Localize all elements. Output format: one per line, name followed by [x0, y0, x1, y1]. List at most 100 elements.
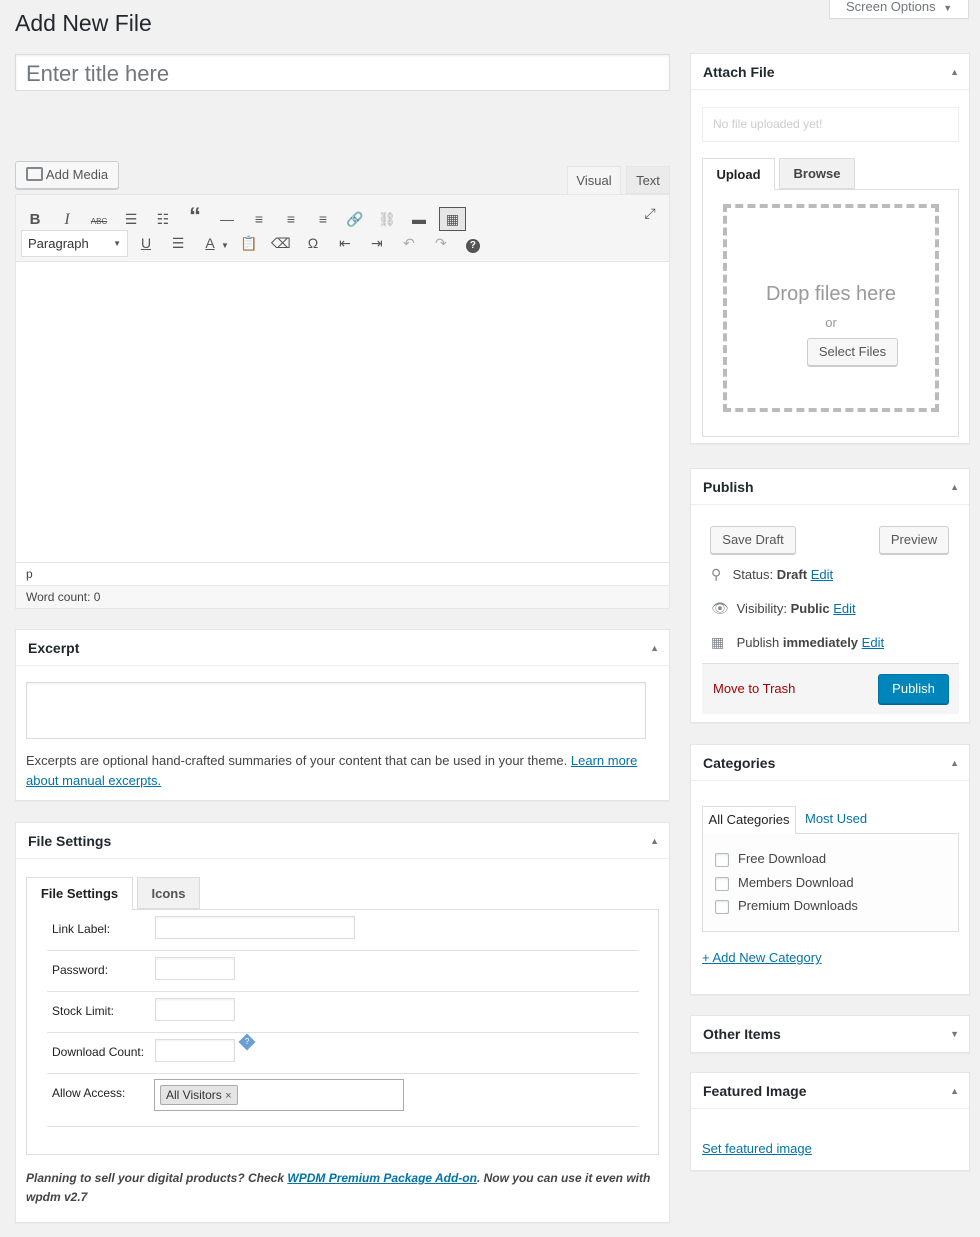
pin-icon: ⚲ [711, 566, 722, 582]
editor-container: B I ABC ☰ ☷ “ — ≡ ≡ ≡ 🔗 ⛓ ▬ ▦ ⤢ Paragraph ▼ U ☰ A ▼ 📋 ⌫ Ω ⇤ ⇥… [15, 194, 670, 609]
category-label: Free Download [738, 851, 827, 866]
undo-icon[interactable]: ↶ [399, 233, 419, 253]
align-center-icon[interactable]: ≡ [281, 209, 301, 229]
stock-limit-label: Stock Limit: [52, 1004, 115, 1018]
tab-browse[interactable]: Browse [779, 158, 855, 189]
premium-note-link[interactable]: WPDM Premium Package Add-on [287, 1171, 477, 1185]
redo-icon[interactable]: ↷ [431, 233, 451, 253]
collapse-arrow-icon[interactable]: ▲ [950, 469, 959, 505]
checkbox[interactable] [715, 899, 729, 914]
title-input[interactable]: Enter title here [15, 54, 670, 91]
caret-down-icon[interactable]: ▼ [221, 241, 229, 250]
collapse-arrow-icon[interactable]: ▲ [950, 1073, 959, 1109]
publish-box: Publish ▲ Save Draft Preview ⚲ Status: Dr… [690, 468, 970, 723]
download-count-row: Download Count: ? [47, 1033, 639, 1074]
expand-arrow-icon[interactable]: ▼ [950, 1016, 959, 1052]
excerpt-title: Excerpt [28, 640, 80, 656]
stock-limit-input[interactable] [155, 998, 235, 1021]
schedule-row: ▦ Publish immediately Edit [711, 634, 884, 651]
preview-button[interactable]: Preview [879, 526, 949, 554]
schedule-label: Publish [736, 635, 780, 650]
format-select[interactable]: Paragraph ▼ [21, 230, 128, 257]
category-item[interactable]: Free Download [715, 851, 826, 867]
schedule-value: immediately [782, 635, 859, 650]
tab-file-settings-label: File Settings [40, 886, 119, 901]
collapse-arrow-icon[interactable]: ▲ [650, 630, 659, 666]
download-count-input[interactable] [155, 1039, 235, 1062]
status-edit-link[interactable]: Edit [811, 567, 833, 582]
category-item[interactable]: Members Download [715, 875, 854, 891]
collapse-arrow-icon[interactable]: ▲ [950, 54, 959, 90]
link-icon[interactable]: 🔗 [345, 209, 365, 229]
paste-text-icon[interactable]: 📋 [239, 233, 259, 253]
fullscreen-icon[interactable]: ⤢ [640, 203, 660, 223]
set-featured-image-link[interactable]: Set featured image [702, 1141, 812, 1156]
file-settings-header[interactable]: File Settings ▲ [16, 823, 669, 859]
access-tag[interactable]: All Visitors × [160, 1085, 238, 1105]
indent-icon[interactable]: ⇥ [367, 233, 387, 253]
save-draft-button[interactable]: Save Draft [710, 526, 796, 554]
remove-icon[interactable]: × [225, 1090, 231, 1102]
blockquote-icon[interactable]: “ [185, 203, 205, 230]
align-right-icon[interactable]: ≡ [313, 209, 333, 229]
other-items-header[interactable]: Other Items ▼ [691, 1016, 969, 1052]
unlink-icon[interactable]: ⛓ [377, 209, 397, 229]
read-more-icon[interactable]: ▬ [409, 209, 429, 229]
tab-upload[interactable]: Upload [702, 158, 775, 190]
schedule-edit-link[interactable]: Edit [862, 635, 884, 650]
text-color-icon[interactable]: A [200, 233, 220, 253]
categories-header[interactable]: Categories ▲ [691, 745, 969, 781]
allow-access-row: Allow Access: All Visitors × [47, 1074, 639, 1127]
special-character-icon[interactable]: Ω [303, 233, 323, 253]
clear-formatting-icon[interactable]: ⌫ [271, 233, 291, 253]
allow-access-select[interactable]: All Visitors × [154, 1079, 404, 1111]
publish-button[interactable]: Publish [878, 674, 949, 704]
screen-options-button[interactable]: Screen Options ▼ [829, 0, 969, 19]
numbered-list-icon[interactable]: ☷ [153, 209, 173, 229]
upload-panel: Drop files here or Select Files [702, 189, 959, 437]
strikethrough-icon[interactable]: ABC [89, 212, 109, 232]
outdent-icon[interactable]: ⇤ [335, 233, 355, 253]
file-settings-panel: Link Label: Password: Stock Limit: Downl… [26, 909, 659, 1155]
tab-icons[interactable]: Icons [137, 877, 200, 909]
align-left-icon[interactable]: ≡ [249, 209, 269, 229]
tab-most-used[interactable]: Most Used [805, 811, 867, 826]
uploaded-file-field[interactable]: No file uploaded yet! [702, 107, 959, 142]
visibility-edit-link[interactable]: Edit [833, 601, 855, 616]
link-label-input[interactable] [155, 916, 355, 939]
password-input[interactable] [155, 957, 235, 980]
publish-header[interactable]: Publish ▲ [691, 469, 969, 505]
tab-all-categories[interactable]: All Categories [702, 806, 796, 834]
bold-icon[interactable]: B [25, 210, 45, 230]
collapse-arrow-icon[interactable]: ▲ [650, 823, 659, 859]
toolbar-toggle-icon[interactable]: ▦ [439, 207, 466, 231]
excerpt-textarea[interactable] [26, 682, 646, 739]
other-items-title: Other Items [703, 1026, 781, 1042]
add-new-category-link[interactable]: + Add New Category [702, 950, 822, 965]
checkbox[interactable] [715, 852, 729, 867]
help-icon[interactable]: ? [463, 233, 483, 253]
editor-content-area[interactable] [16, 262, 669, 562]
checkbox[interactable] [715, 876, 729, 891]
add-media-button[interactable]: Add Media [15, 161, 119, 189]
drop-zone[interactable]: Drop files here or Select Files [723, 204, 939, 412]
link-label-label: Link Label: [52, 922, 111, 936]
format-select-value: Paragraph [28, 236, 89, 251]
attach-file-header[interactable]: Attach File ▲ [691, 54, 969, 90]
move-to-trash-link[interactable]: Move to Trash [713, 681, 795, 696]
tab-visual[interactable]: Visual [567, 166, 621, 195]
underline-icon[interactable]: U [136, 233, 156, 253]
italic-icon[interactable]: I [57, 210, 77, 230]
tab-file-settings[interactable]: File Settings [26, 877, 133, 910]
select-files-button[interactable]: Select Files [807, 338, 898, 366]
justify-icon[interactable]: ☰ [168, 233, 188, 253]
file-settings-box: File Settings ▲ File Settings Icons Link … [15, 822, 670, 1223]
tab-text[interactable]: Text [626, 166, 670, 194]
info-icon[interactable]: ? [238, 1033, 256, 1051]
category-item[interactable]: Premium Downloads [715, 898, 858, 914]
featured-image-header[interactable]: Featured Image ▲ [691, 1073, 969, 1109]
horizontal-line-icon[interactable]: — [217, 209, 237, 229]
bullet-list-icon[interactable]: ☰ [121, 209, 141, 229]
collapse-arrow-icon[interactable]: ▲ [950, 745, 959, 781]
excerpt-header[interactable]: Excerpt ▲ [16, 630, 669, 666]
